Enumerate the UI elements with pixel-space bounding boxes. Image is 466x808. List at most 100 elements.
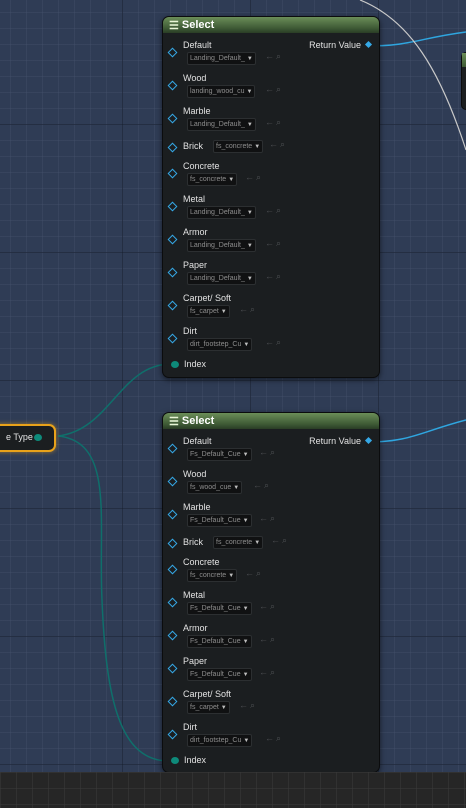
asset-picker-combo[interactable]: fs_carpet ▼ [187, 305, 230, 318]
index-pin-row[interactable]: Index [171, 755, 206, 765]
chevron-down-icon[interactable]: ▼ [243, 606, 249, 612]
option-input-pin[interactable] [167, 267, 178, 278]
option-input-pin[interactable] [167, 80, 178, 91]
option-input-pin[interactable] [167, 696, 178, 707]
option-input-pin[interactable] [167, 47, 178, 58]
chevron-down-icon[interactable]: ▼ [247, 122, 253, 128]
source-output-pin[interactable] [34, 434, 42, 441]
option-pin-row[interactable]: Armor Fs_Default_Cue ▼ ← ⌕ [167, 622, 369, 650]
chevron-down-icon[interactable]: ▼ [228, 573, 234, 579]
option-pin-row[interactable]: Wood fs_wood_cue ▼ ← ⌕ [167, 468, 369, 496]
chevron-down-icon[interactable]: ▼ [254, 540, 260, 546]
use-selected-asset-icon[interactable]: ← [269, 139, 278, 149]
use-selected-asset-icon[interactable]: ← [253, 480, 262, 490]
option-input-pin[interactable] [167, 538, 178, 549]
browse-asset-icon[interactable]: ⌕ [256, 568, 261, 579]
index-wire-1[interactable] [57, 363, 171, 437]
asset-picker-combo[interactable]: fs_concrete ▼ [187, 173, 238, 186]
chevron-down-icon[interactable]: ▼ [221, 309, 227, 315]
option-input-pin[interactable] [167, 630, 178, 641]
option-input-pin[interactable] [167, 142, 178, 153]
option-pin-row[interactable]: Armor Landing_Default_ ▼ ← ⌕ [167, 226, 369, 254]
option-pin-row[interactable]: Default Landing_Default_ ▼ ← ⌕ [167, 39, 369, 67]
chevron-down-icon[interactable]: ▼ [243, 342, 249, 348]
option-pin-row[interactable]: Paper Landing_Default_ ▼ ← ⌕ [167, 259, 369, 287]
node-header[interactable]: ☰ Select [163, 413, 379, 429]
node-header[interactable]: ☰ Select [163, 17, 379, 33]
asset-picker-combo[interactable]: landing_wood_cu ▼ [187, 85, 256, 98]
chevron-down-icon[interactable]: ▼ [247, 56, 253, 62]
chevron-down-icon[interactable]: ▼ [243, 672, 249, 678]
option-pin-row[interactable]: Marble Landing_Default_ ▼ ← ⌕ [167, 105, 369, 133]
use-selected-asset-icon[interactable]: ← [259, 513, 268, 523]
use-selected-asset-icon[interactable]: ← [265, 337, 274, 347]
asset-picker-combo[interactable]: Fs_Default_Cue ▼ [187, 635, 252, 648]
asset-picker-combo[interactable]: fs_carpet ▼ [187, 701, 230, 714]
browse-asset-icon[interactable]: ⌕ [250, 700, 255, 711]
use-selected-asset-icon[interactable]: ← [259, 601, 268, 611]
option-pin-row[interactable]: Concrete fs_concrete ▼ ← ⌕ [167, 556, 369, 584]
index-pin-row[interactable]: Index [171, 359, 206, 369]
asset-picker-combo[interactable]: dirt_footstep_Cu ▼ [187, 338, 253, 351]
use-selected-asset-icon[interactable]: ← [259, 447, 268, 457]
option-pin-row[interactable]: Carpet/ Soft fs_carpet ▼ ← ⌕ [167, 292, 369, 320]
browse-asset-icon[interactable]: ⌕ [250, 304, 255, 315]
use-selected-asset-icon[interactable]: ← [259, 634, 268, 644]
select-node-2[interactable]: ☰ Select Return Value Default Fs_Default_Cue… [162, 412, 380, 773]
option-input-pin[interactable] [167, 597, 178, 608]
option-input-pin[interactable] [167, 300, 178, 311]
use-selected-asset-icon[interactable]: ← [265, 51, 274, 61]
option-input-pin[interactable] [167, 201, 178, 212]
option-input-pin[interactable] [167, 333, 178, 344]
browse-asset-icon[interactable]: ⌕ [282, 535, 287, 546]
browse-asset-icon[interactable]: ⌕ [276, 117, 281, 128]
select-node-1[interactable]: ☰ Select Return Value Default Landing_Defaul… [162, 16, 380, 378]
browse-asset-icon[interactable]: ⌕ [276, 84, 281, 95]
option-input-pin[interactable] [167, 729, 178, 740]
chevron-down-icon[interactable]: ▼ [221, 705, 227, 711]
option-input-pin[interactable] [167, 443, 178, 454]
asset-picker-combo[interactable]: Landing_Default_ ▼ [187, 52, 256, 65]
option-pin-row[interactable]: Default Fs_Default_Cue ▼ ← ⌕ [167, 435, 369, 463]
source-variable-node[interactable]: e Type [0, 424, 56, 452]
browse-asset-icon[interactable]: ⌕ [276, 51, 281, 62]
chevron-down-icon[interactable]: ▼ [247, 89, 253, 95]
option-input-pin[interactable] [167, 663, 178, 674]
chevron-down-icon[interactable]: ▼ [243, 518, 249, 524]
use-selected-asset-icon[interactable]: ← [265, 733, 274, 743]
use-selected-asset-icon[interactable]: ← [265, 84, 274, 94]
use-selected-asset-icon[interactable]: ← [239, 700, 248, 710]
chevron-down-icon[interactable]: ▼ [247, 243, 253, 249]
browse-asset-icon[interactable]: ⌕ [280, 139, 285, 150]
option-pin-row[interactable]: Concrete fs_concrete ▼ ← ⌕ [167, 160, 369, 188]
return-wire-1[interactable] [367, 31, 466, 47]
browse-asset-icon[interactable]: ⌕ [270, 667, 275, 678]
browse-asset-icon[interactable]: ⌕ [270, 447, 275, 458]
use-selected-asset-icon[interactable]: ← [245, 172, 254, 182]
option-pin-row[interactable]: Dirt dirt_footstep_Cu ▼ ← ⌕ [167, 325, 369, 353]
use-selected-asset-icon[interactable]: ← [245, 568, 254, 578]
browse-asset-icon[interactable]: ⌕ [276, 271, 281, 282]
chevron-down-icon[interactable]: ▼ [243, 452, 249, 458]
chevron-down-icon[interactable]: ▼ [228, 177, 234, 183]
option-input-pin[interactable] [167, 564, 178, 575]
asset-picker-combo[interactable]: dirt_footstep_Cu ▼ [187, 734, 253, 747]
browse-asset-icon[interactable]: ⌕ [270, 634, 275, 645]
browse-asset-icon[interactable]: ⌕ [276, 733, 281, 744]
index-pin[interactable] [171, 361, 179, 368]
asset-picker-combo[interactable]: fs_concrete ▼ [187, 569, 238, 582]
chevron-down-icon[interactable]: ▼ [243, 639, 249, 645]
asset-picker-combo[interactable]: Landing_Default_ ▼ [187, 272, 256, 285]
option-input-pin[interactable] [167, 234, 178, 245]
asset-picker-combo[interactable]: Fs_Default_Cue ▼ [187, 602, 252, 615]
option-pin-row[interactable]: Paper Fs_Default_Cue ▼ ← ⌕ [167, 655, 369, 683]
asset-picker-combo[interactable]: Fs_Default_Cue ▼ [187, 514, 252, 527]
chevron-down-icon[interactable]: ▼ [247, 210, 253, 216]
graph-canvas[interactable]: e Type ☰ Select Return Value Default Landing… [0, 0, 466, 808]
offscreen-node[interactable] [461, 52, 466, 110]
browse-asset-icon[interactable]: ⌕ [270, 601, 275, 612]
chevron-down-icon[interactable]: ▼ [233, 485, 239, 491]
chevron-down-icon[interactable]: ▼ [247, 276, 253, 282]
use-selected-asset-icon[interactable]: ← [259, 667, 268, 677]
browse-asset-icon[interactable]: ⌕ [276, 205, 281, 216]
